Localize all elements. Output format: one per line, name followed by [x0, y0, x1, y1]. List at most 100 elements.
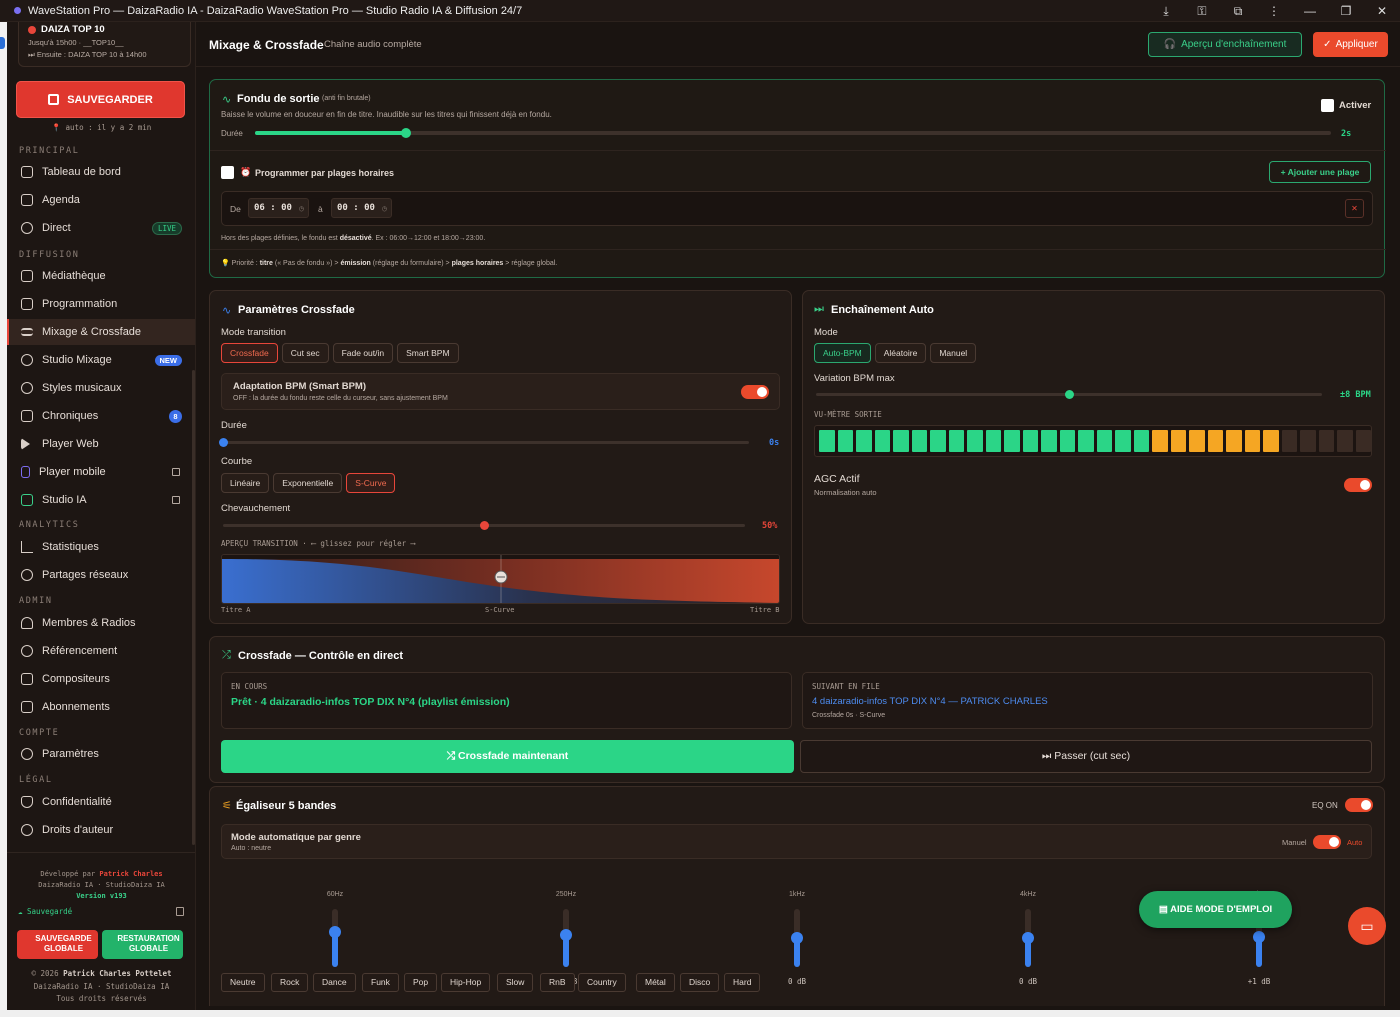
global-backup-button[interactable]: SAUVEGARDE GLOBALE — [17, 930, 98, 959]
eq-band-slider[interactable] — [791, 909, 803, 967]
eq-preset-0[interactable]: Neutre — [221, 973, 265, 992]
eq-preset-6[interactable]: Slow — [497, 973, 534, 992]
bpm-adapt-toggle[interactable] — [741, 385, 769, 399]
sidebar-item-compositeurs[interactable]: Compositeurs — [7, 666, 195, 692]
chat-button[interactable]: ▭ — [1348, 907, 1386, 945]
agc-toggle[interactable] — [1344, 478, 1372, 492]
option-0[interactable]: Auto-BPM — [814, 343, 871, 363]
sidebar-item-confidentialite[interactable]: Confidentialité — [7, 789, 195, 815]
option-0[interactable]: Crossfade — [221, 343, 278, 363]
sidebar-item-player-mobile[interactable]: Player mobile — [7, 459, 195, 485]
disc-icon — [21, 354, 33, 366]
eq-band-handle[interactable] — [791, 932, 803, 944]
eq-band-handle[interactable] — [1022, 932, 1034, 944]
eq-band-slider[interactable] — [560, 909, 572, 967]
auto-chain-card: ⏭ Enchaînement Auto Mode Auto-BPM Aléatoi… — [802, 290, 1385, 624]
sidebar-item-referencement[interactable]: Référencement — [7, 638, 195, 664]
genre-mode-toggle[interactable] — [1313, 835, 1341, 849]
phone-icon — [21, 466, 30, 478]
eq-preset-4[interactable]: Pop — [404, 973, 438, 992]
fade-desc: Baisse le volume en douceur en fin de ti… — [221, 110, 552, 119]
sidebar-item-dashboard[interactable]: Tableau de bord — [7, 159, 195, 185]
eq-preset-9[interactable]: Métal — [636, 973, 675, 992]
vu-segment — [874, 430, 890, 452]
option-2[interactable]: Fade out/in — [332, 343, 394, 363]
eq-preset-3[interactable]: Funk — [362, 973, 399, 992]
key-icon[interactable]: ⚿ — [1184, 0, 1220, 22]
skip-button[interactable]: ⏭ Passer (cut sec) — [800, 740, 1372, 773]
copy-year: © 2026 — [31, 969, 59, 978]
more-icon[interactable]: ⋮ — [1256, 0, 1292, 22]
option-1[interactable]: Aléatoire — [874, 343, 927, 363]
eq-preset-8[interactable]: Country — [578, 973, 626, 992]
apply-button[interactable]: ✓ Appliquer — [1313, 32, 1388, 57]
bpm-variation-slider[interactable] — [816, 390, 1322, 399]
sidebar-item-programmation[interactable]: Programmation — [7, 291, 195, 317]
xf-duration-slider[interactable] — [218, 438, 749, 447]
sidebar-item-mixage[interactable]: Mixage & Crossfade — [7, 319, 195, 345]
vu-segment — [1355, 430, 1371, 452]
option-0[interactable]: Linéaire — [221, 473, 270, 493]
sidebar-item-partages[interactable]: Partages réseaux — [7, 562, 195, 588]
eq-preset-5[interactable]: Hip-Hop — [441, 973, 491, 992]
crossfade-now-button[interactable]: ⤮ Crossfade maintenant — [221, 740, 794, 773]
vu-segment — [1170, 430, 1186, 452]
minimize-icon[interactable]: — — [1292, 0, 1328, 22]
schedule-checkbox[interactable] — [221, 166, 234, 179]
restore-icon[interactable]: ❐ — [1328, 0, 1364, 22]
sidebar-item-player-web[interactable]: Player Web — [7, 431, 195, 457]
eq-preset-10[interactable]: Disco — [680, 973, 720, 992]
eq-band-handle[interactable] — [560, 929, 572, 942]
slider-handle[interactable] — [479, 521, 489, 530]
from-time-input[interactable]: 06 : 00 ◷ — [248, 198, 309, 218]
sidebar-item-studio-mixage[interactable]: Studio Mixage NEW — [7, 347, 195, 373]
eq-preset-2[interactable]: Dance — [313, 973, 356, 992]
option-1[interactable]: Exponentielle — [273, 473, 343, 493]
save-button[interactable]: SAUVEGARDER — [16, 81, 185, 118]
preview-title-b: Titre B — [750, 606, 780, 614]
close-icon[interactable]: ✕ — [1364, 0, 1400, 22]
option-2[interactable]: S-Curve — [346, 473, 396, 493]
sidebar-scrollbar[interactable] — [192, 370, 195, 845]
slider-handle[interactable] — [400, 128, 411, 138]
option-3[interactable]: Smart BPM — [397, 343, 459, 363]
option-1[interactable]: Cut sec — [281, 343, 329, 363]
add-range-button[interactable]: + Ajouter une plage — [1269, 161, 1371, 183]
slider-handle[interactable] — [1064, 390, 1074, 399]
overlap-slider[interactable] — [223, 521, 745, 530]
preview-button[interactable]: 🎧 Aperçu d'enchaînement — [1148, 32, 1302, 57]
extension-icon[interactable]: ⧉ — [1220, 0, 1256, 22]
slider-handle[interactable] — [218, 438, 228, 447]
trash-icon[interactable] — [176, 907, 184, 916]
global-restore-button[interactable]: RESTAURATION GLOBALE — [102, 930, 183, 959]
eq-band-handle[interactable] — [329, 926, 341, 939]
eq-band-slider[interactable] — [329, 909, 341, 967]
section-analytics: ANALYTICS — [19, 520, 80, 530]
help-button[interactable]: ▤ AIDE MODE D'EMPLOI — [1139, 891, 1292, 928]
activate-checkbox[interactable] — [1321, 99, 1334, 112]
sidebar-item-styles[interactable]: Styles musicaux — [7, 375, 195, 401]
eq-preset-11[interactable]: Hard — [724, 973, 761, 992]
fade-duration-slider[interactable] — [255, 128, 1331, 138]
sidebar-item-membres[interactable]: Membres & Radios — [7, 610, 195, 636]
transition-preview[interactable] — [221, 554, 780, 604]
eq-toggle[interactable] — [1345, 798, 1373, 812]
from-value: 06 : 00 — [254, 203, 292, 213]
sidebar-item-parametres[interactable]: Paramètres — [7, 741, 195, 767]
sidebar-item-mediatheque[interactable]: Médiathèque — [7, 263, 195, 289]
sidebar-item-droits[interactable]: Droits d'auteur — [7, 817, 195, 843]
eq-preset-7[interactable]: RnB — [540, 973, 575, 992]
download-icon[interactable]: ⤓ — [1148, 0, 1184, 22]
eq-preset-1[interactable]: Rock — [271, 973, 309, 992]
eq-band-slider[interactable] — [1022, 909, 1034, 967]
sidebar-item-chroniques[interactable]: Chroniques 8 — [7, 403, 195, 429]
sidebar-item-stats[interactable]: Statistiques — [7, 534, 195, 560]
sidebar-item-studio-ia[interactable]: Studio IA — [7, 487, 195, 513]
sidebar-item-abonnements[interactable]: Abonnements — [7, 694, 195, 720]
eq-band-handle[interactable] — [1253, 930, 1265, 943]
remove-range-button[interactable]: ✕ — [1345, 199, 1364, 218]
to-time-input[interactable]: 00 : 00 ◷ — [331, 198, 392, 218]
option-2[interactable]: Manuel — [930, 343, 977, 363]
sidebar-item-agenda[interactable]: Agenda — [7, 187, 195, 213]
sidebar-item-direct[interactable]: Direct LIVE — [7, 215, 195, 241]
